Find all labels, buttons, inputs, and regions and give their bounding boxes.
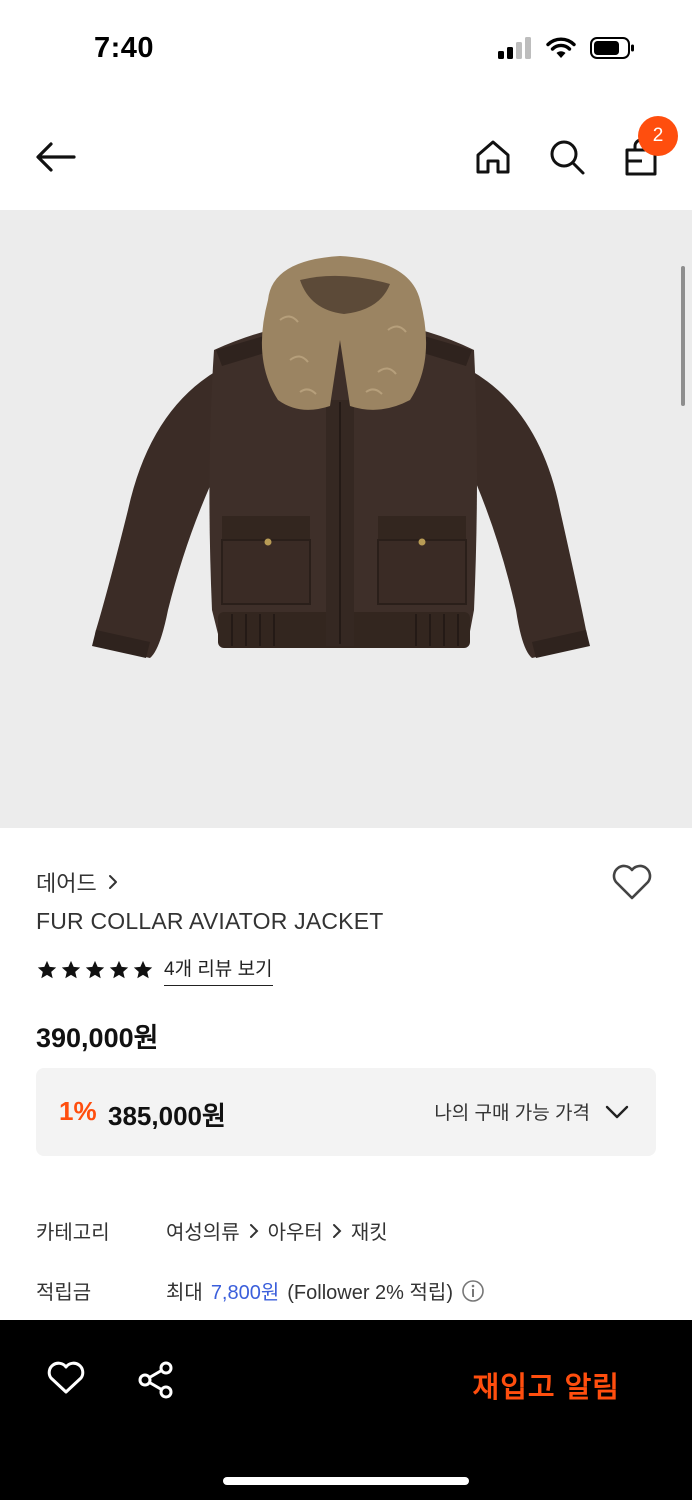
- category-breadcrumb: 여성의류 아우터 재킷: [166, 1216, 388, 1245]
- heart-icon: [47, 1361, 85, 1394]
- image-scroll-indicator: [681, 266, 685, 406]
- wifi-icon: [546, 37, 576, 58]
- bottom-wishlist-button[interactable]: [46, 1360, 88, 1402]
- wishlist-button[interactable]: [610, 862, 654, 906]
- info-icon[interactable]: [461, 1279, 485, 1303]
- search-icon: [550, 140, 585, 175]
- arrow-left-icon: [36, 142, 76, 172]
- star-icon: [37, 960, 57, 979]
- discount-price: 385,000원: [108, 1101, 226, 1131]
- heart-outline-icon: [612, 864, 652, 900]
- bottom-action-bar: 재입고 알림: [0, 1320, 692, 1500]
- share-button[interactable]: [136, 1360, 178, 1402]
- brand-name: 데어드: [36, 871, 97, 896]
- cart-count-badge: 2: [638, 116, 678, 156]
- chevron-right-icon: [332, 1223, 342, 1238]
- points-row: 적립금 최대 7,800원 (Follower 2% 적립): [36, 1276, 485, 1305]
- my-price-toggle[interactable]: 나의 구매 가능 가격: [434, 1098, 630, 1125]
- points-label: 적립금: [36, 1282, 92, 1304]
- search-button[interactable]: [544, 134, 590, 180]
- category-row: 카테고리 여성의류 아우터 재킷: [36, 1216, 388, 1245]
- status-icons: [498, 36, 636, 60]
- points-amount: 7,800원: [210, 1282, 280, 1304]
- points-value: 최대 7,800원 (Follower 2% 적립): [166, 1276, 485, 1305]
- category-item[interactable]: 재킷: [351, 1216, 388, 1245]
- star-icon: [109, 960, 129, 979]
- product-name: FUR COLLAR AVIATOR JACKET: [36, 908, 384, 934]
- star-icon: [61, 960, 81, 979]
- review-link[interactable]: 4개 리뷰 보기: [164, 954, 273, 986]
- category-item[interactable]: 여성의류: [166, 1216, 240, 1245]
- share-icon: [138, 1361, 173, 1399]
- home-button[interactable]: [470, 134, 516, 180]
- rating-row: 4개 리뷰 보기: [36, 954, 273, 986]
- star-icon: [85, 960, 105, 979]
- back-button[interactable]: [28, 132, 84, 182]
- points-prefix: 최대: [166, 1282, 203, 1304]
- chevron-down-icon: [605, 1105, 629, 1118]
- category-label: 카테고리: [36, 1222, 110, 1244]
- restock-alert-button[interactable]: 재입고 알림: [473, 1364, 620, 1406]
- status-bar: 7:40: [0, 0, 692, 100]
- points-suffix: (Follower 2% 적립): [287, 1282, 453, 1304]
- top-nav-bar: [0, 100, 692, 210]
- brand-link[interactable]: 데어드: [36, 866, 119, 898]
- jacket-illustration: [92, 256, 590, 658]
- battery-icon: [590, 37, 634, 59]
- my-price-label: 나의 구매 가능 가격: [434, 1103, 590, 1124]
- original-price: 390,000원: [36, 1023, 159, 1053]
- discount-rate: 1%: [59, 1096, 97, 1126]
- status-time: 7:40: [94, 32, 155, 64]
- chevron-right-icon: [249, 1223, 259, 1238]
- product-image[interactable]: [0, 210, 692, 828]
- home-icon: [476, 140, 510, 174]
- star-icon: [133, 960, 153, 979]
- home-indicator: [223, 1477, 469, 1485]
- category-item[interactable]: 아우터: [268, 1216, 323, 1245]
- benefit-price-box: 1% 385,000원 나의 구매 가능 가격: [36, 1068, 656, 1156]
- cellular-signal-icon: [498, 37, 531, 59]
- rating-stars: [36, 959, 154, 981]
- chevron-right-icon: [108, 875, 117, 889]
